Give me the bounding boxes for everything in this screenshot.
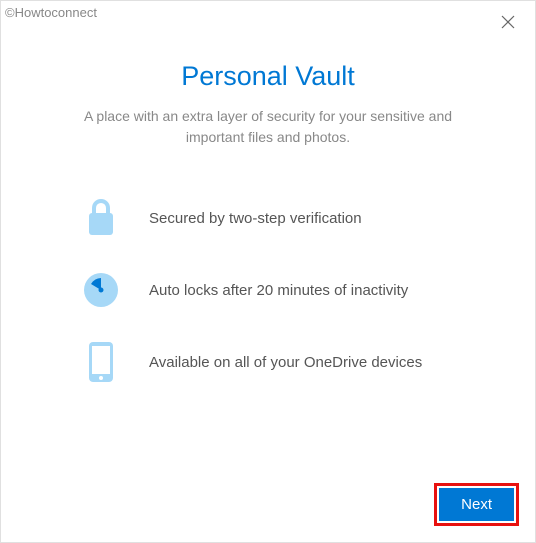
close-button[interactable] (501, 15, 517, 31)
phone-icon (81, 342, 121, 382)
feature-item: Auto locks after 20 minutes of inactivit… (81, 270, 475, 310)
feature-text: Available on all of your OneDrive device… (149, 352, 422, 373)
feature-item: Secured by two-step verification (81, 198, 475, 238)
feature-list: Secured by two-step verification Auto lo… (51, 198, 485, 382)
feature-text: Secured by two-step verification (149, 208, 362, 229)
highlight-annotation: Next (434, 483, 519, 526)
lock-icon (81, 198, 121, 238)
close-icon (501, 15, 515, 29)
feature-item: Available on all of your OneDrive device… (81, 342, 475, 382)
next-button[interactable]: Next (439, 488, 514, 521)
page-title: Personal Vault (51, 61, 485, 92)
clock-icon (81, 270, 121, 310)
dialog-content: Personal Vault A place with an extra lay… (1, 1, 535, 382)
watermark-text: ©Howtoconnect (5, 5, 97, 20)
feature-text: Auto locks after 20 minutes of inactivit… (149, 280, 408, 301)
page-subtitle: A place with an extra layer of security … (51, 106, 485, 148)
dialog-footer: Next (434, 483, 519, 526)
